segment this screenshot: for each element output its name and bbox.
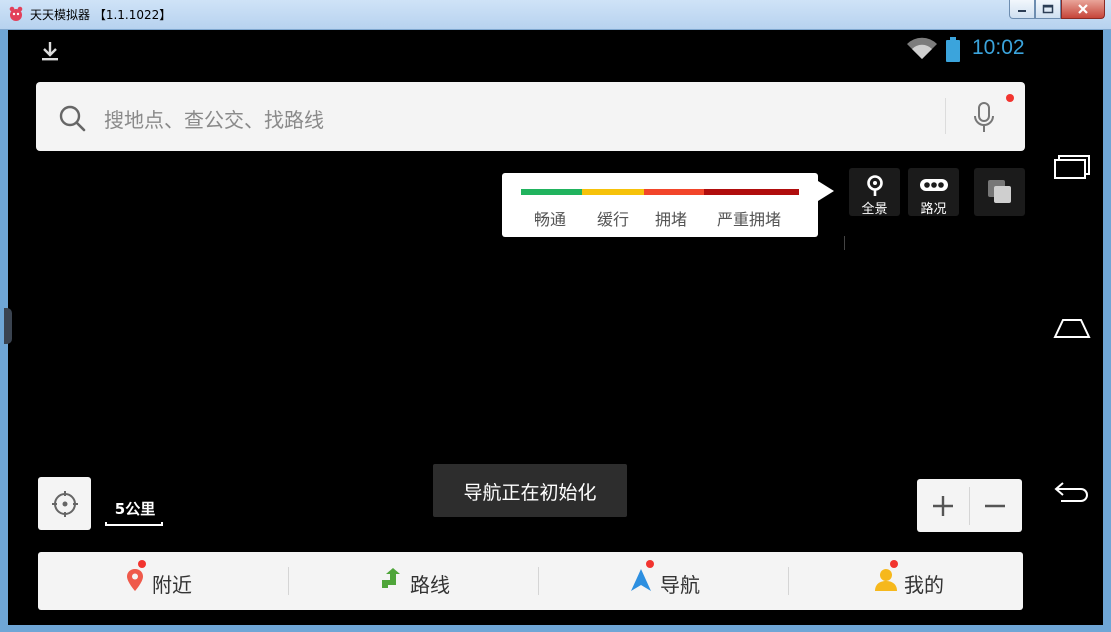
zoom-controls [917, 479, 1022, 532]
tab-route-label: 路线 [410, 573, 450, 597]
window-frame-bottom [0, 625, 1111, 632]
recent-apps-icon[interactable] [1053, 154, 1091, 180]
legend-bar-congested [644, 189, 704, 195]
tab-nearby[interactable]: 附近 [38, 552, 284, 610]
legend-label-severe: 严重拥堵 [717, 210, 782, 229]
panorama-label: 全景 [861, 202, 888, 217]
panorama-pin-icon [867, 175, 883, 196]
download-icon [42, 42, 58, 61]
legend-bar-smooth [521, 189, 582, 195]
legend-label-smooth: 畅通 [534, 210, 567, 229]
minimize-icon [1018, 10, 1026, 12]
profile-icon [875, 569, 897, 591]
search-bar[interactable]: 搜地点、查公交、找路线 [36, 82, 1025, 151]
minimize-button[interactable] [1009, 0, 1035, 19]
microphone-icon[interactable] [972, 101, 996, 135]
legend-label-slow: 缓行 [597, 210, 630, 229]
window-frame-right [1103, 30, 1111, 625]
map-screen[interactable]: 10:02 搜地点、查公交、找路线 畅通 缓行 拥堵 严重拥堵 全景 路况 5公… [8, 30, 1041, 625]
traffic-icon [920, 179, 948, 191]
tab-navigation-label: 导航 [660, 573, 700, 597]
traffic-button[interactable]: 路况 [908, 168, 959, 217]
search-icon [59, 105, 86, 132]
tab-navigation[interactable]: 导航 [538, 552, 784, 610]
voice-notification-dot [1006, 94, 1014, 102]
tab-profile-label: 我的 [904, 573, 944, 597]
map-scale-bar [105, 522, 163, 526]
navigation-notification-dot [646, 560, 654, 568]
close-button[interactable] [1061, 0, 1105, 19]
tab-nearby-label: 附近 [152, 573, 192, 597]
zoom-in-button[interactable] [917, 479, 969, 532]
window-controls [1009, 0, 1105, 20]
legend-pointer [818, 181, 834, 201]
toast-message: 导航正在初始化 [433, 464, 627, 517]
maximize-icon [1042, 4, 1054, 14]
legend-bar-severe [704, 189, 799, 195]
nearby-pin-icon [127, 569, 143, 591]
map-scale-label: 5公里 [114, 500, 156, 518]
nearby-notification-dot [138, 560, 146, 568]
home-icon[interactable] [1053, 317, 1091, 339]
wifi-icon [907, 37, 937, 59]
navigation-arrow-icon [631, 569, 651, 591]
app-logo-icon [9, 6, 23, 21]
window-titlebar: 天天模拟器 【1.1.1022】 [0, 0, 1111, 30]
bottom-tab-bar: 附近 路线 导航 我的 [38, 552, 1023, 610]
locate-button[interactable] [38, 477, 91, 530]
layers-icon [988, 180, 1011, 203]
legend-label-congested: 拥堵 [655, 210, 688, 229]
search-divider [945, 98, 946, 134]
tab-profile[interactable]: 我的 [788, 552, 1034, 610]
plus-icon [933, 496, 953, 516]
tab-route[interactable]: 路线 [288, 552, 534, 610]
traffic-legend: 畅通 缓行 拥堵 严重拥堵 [502, 173, 818, 237]
close-icon [1078, 4, 1088, 14]
zoom-out-button[interactable] [970, 479, 1022, 532]
toast-text: 导航正在初始化 [463, 482, 597, 504]
legend-bar-slow [582, 189, 644, 195]
minus-icon [985, 504, 1005, 508]
traffic-label: 路况 [920, 202, 947, 217]
layers-button[interactable] [974, 168, 1025, 216]
route-arrow-icon [382, 568, 400, 588]
panorama-button[interactable]: 全景 [849, 168, 900, 217]
android-nav-panel [1041, 30, 1103, 625]
map-marker-line [844, 236, 845, 250]
maximize-button[interactable] [1035, 0, 1061, 19]
status-time: 10:02 [972, 36, 1025, 59]
battery-icon [946, 37, 960, 62]
back-icon[interactable] [1053, 479, 1091, 503]
search-input[interactable]: 搜地点、查公交、找路线 [104, 104, 324, 133]
locate-crosshair-icon [52, 491, 78, 517]
sidebar-toggle-handle[interactable] [4, 308, 12, 344]
profile-notification-dot [890, 560, 898, 568]
window-title: 天天模拟器 【1.1.1022】 [30, 8, 172, 22]
